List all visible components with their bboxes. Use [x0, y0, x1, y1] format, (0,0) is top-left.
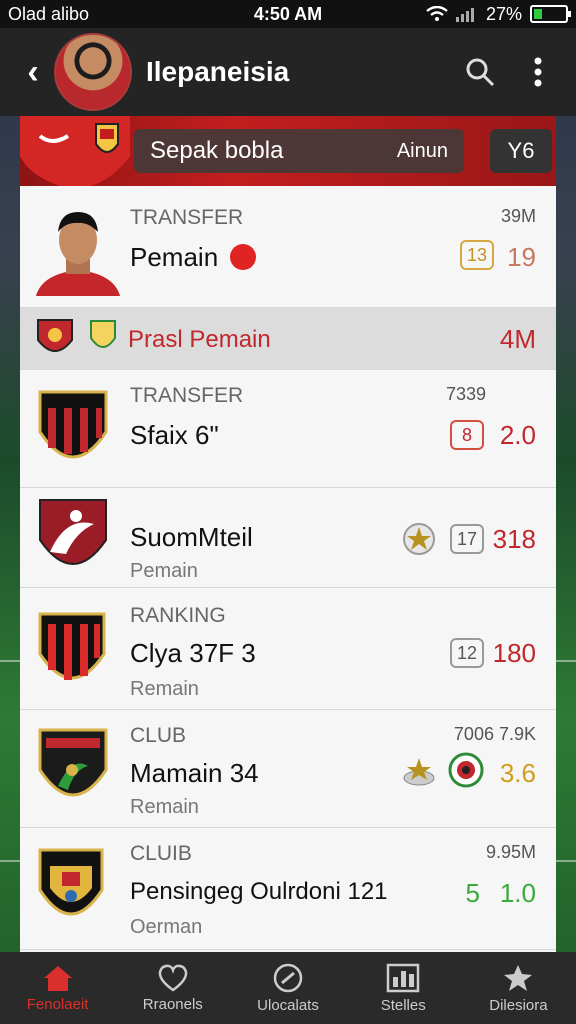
row-meta: 7339: [445, 384, 486, 404]
star-icon: [504, 964, 533, 991]
club-crest-icon: [90, 320, 116, 348]
player-list: TRANSFER Pemain 39M 13 19 Prasl Pemain 4…: [20, 186, 556, 952]
row-subtitle: Remain: [130, 796, 199, 818]
row-category: RANKING: [130, 604, 226, 627]
club-crest-icon: [38, 848, 104, 916]
search-field[interactable]: Sepak bobla Ainun: [134, 129, 464, 173]
row-title: Prasl Pemain: [128, 326, 271, 353]
player-avatar: [36, 212, 120, 296]
club-badge-icon: [448, 752, 484, 788]
club-crest-icon: [37, 319, 73, 352]
row-category: TRANSFER: [130, 384, 244, 407]
row-stat: 19: [507, 242, 536, 272]
list-item[interactable]: RANKING Clya 37F 3 Remain 12 180: [20, 588, 556, 710]
list-item-highlight[interactable]: Prasl Pemain 4M: [20, 308, 556, 370]
list-item[interactable]: SuomMteil Pemain 17 318: [20, 488, 556, 588]
nav-item-home[interactable]: Fenolaeit: [0, 952, 115, 1024]
nav-item-discover[interactable]: Dilesiora: [461, 952, 576, 1024]
home-icon: [43, 965, 72, 991]
row-meta: 39M: [500, 206, 536, 226]
stats-icon: [386, 963, 420, 992]
row-subtitle: Pemain: [130, 560, 198, 582]
club-crest-icon: [39, 499, 107, 565]
jersey-crest-icon: [20, 116, 130, 186]
battery-icon: [530, 5, 571, 23]
app-bar: ‹ Ilepaneisia: [0, 28, 576, 116]
bottom-navigation: Fenolaeit Rraonels Ulocalats Stelles Dil…: [0, 952, 576, 1024]
row-title: Pemain: [130, 242, 219, 272]
row-title: Pensingeg Oulrdoni 121: [130, 878, 388, 905]
nav-label: Stelles: [380, 996, 426, 1014]
signal-icon: [455, 8, 474, 22]
search-icon[interactable]: [460, 52, 500, 92]
row-subtitle: Oerman: [130, 916, 203, 938]
club-crest-icon: [38, 612, 106, 680]
avatar[interactable]: [54, 33, 132, 111]
ball-icon: [273, 963, 303, 992]
header-banner: Sepak bobla Ainun Y6: [20, 116, 556, 186]
row-title: Mamain 34: [130, 758, 259, 788]
row-stat: 318: [492, 524, 536, 554]
club-crest-icon: [38, 390, 108, 459]
row-stat: 1.0: [499, 878, 536, 908]
back-arrow-icon[interactable]: ‹: [16, 53, 50, 92]
more-vert-icon[interactable]: [518, 52, 558, 92]
row-stat: 180: [492, 638, 536, 668]
star-badge-icon: [403, 758, 435, 786]
list-item[interactable]: CLUIB Pensingeg Oulrdoni 121 Oerman 9.95…: [20, 828, 556, 950]
heart-icon: [158, 964, 188, 992]
row-stat-prefix: 5: [465, 878, 480, 908]
nav-label: Ulocalats: [257, 996, 319, 1014]
wifi-icon: [426, 6, 448, 21]
club-crest-icon: [38, 728, 108, 797]
row-title: Sfaix 6": [130, 420, 219, 450]
row-category: TRANSFER: [130, 206, 244, 229]
filter-button[interactable]: Y6: [490, 129, 552, 173]
nav-label: Rraonels: [142, 995, 203, 1013]
list-item[interactable]: CLUB Mamain 34 Remain 7006 7.9K 3.6: [20, 710, 556, 828]
list-item[interactable]: TRANSFER Pemain 39M 13 19: [20, 186, 556, 308]
row-category: CLUIB: [130, 842, 192, 865]
notification-dot-icon: [230, 244, 256, 270]
nav-item-matches[interactable]: Ulocalats: [230, 952, 345, 1024]
list-item[interactable]: TRANSFER Sfaix 6" 7339 8 2.0: [20, 370, 556, 488]
row-meta: 7006 7.9K: [453, 724, 536, 744]
nav-item-favorites[interactable]: Rraonels: [115, 952, 230, 1024]
row-category: CLUB: [130, 724, 187, 747]
count-badge: 8: [450, 420, 484, 450]
nav-item-stats[interactable]: Stelles: [346, 952, 461, 1024]
row-title: SuomMteil: [130, 522, 253, 552]
nav-label: Dilesiora: [489, 996, 548, 1014]
row-stat: 3.6: [499, 758, 536, 788]
row-subtitle: Remain: [130, 678, 199, 700]
count-badge: 12: [450, 638, 484, 668]
battery-percent: 27%: [485, 3, 522, 24]
star-badge-icon: [403, 523, 435, 555]
row-title: Clya 37F 3: [130, 638, 256, 668]
count-badge: 17: [450, 524, 484, 554]
page-title: Ilepaneisia: [146, 56, 290, 87]
row-stat: 2.0: [499, 420, 536, 450]
row-meta: 9.95M: [485, 842, 536, 862]
nav-label: Fenolaeit: [26, 995, 89, 1013]
search-label: Sepak bobla: [150, 137, 284, 164]
search-action[interactable]: Ainun: [397, 140, 448, 163]
row-stat: 4M: [499, 324, 536, 354]
count-badge: 13: [460, 240, 494, 270]
status-bar: Olad alibo 4:50 AM 27%: [0, 0, 576, 28]
